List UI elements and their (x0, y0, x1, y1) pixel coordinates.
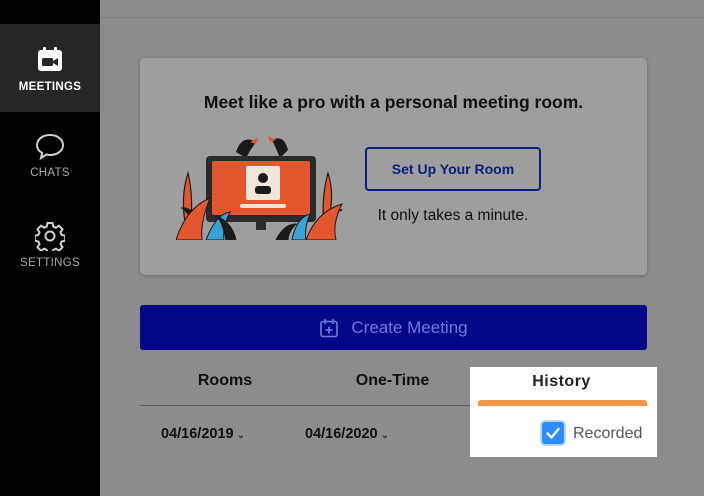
sidebar-item-label: SETTINGS (20, 257, 80, 269)
sidebar-item-meetings[interactable]: MEETINGS (0, 24, 100, 112)
recorded-label: Recorded (573, 425, 643, 442)
onetime-date-value: 04/16/2020 (305, 426, 378, 442)
tab-history[interactable]: History (470, 373, 653, 391)
sidebar-item-label: CHATS (30, 167, 70, 179)
calendar-plus-icon (319, 318, 339, 338)
checkmark-icon (546, 427, 560, 439)
chat-icon (33, 129, 67, 163)
sidebar-item-settings[interactable]: SETTINGS (0, 200, 100, 288)
rooms-date-dropdown[interactable]: 04/16/2019 ⌄ (161, 426, 245, 442)
onetime-date-dropdown[interactable]: 04/16/2020 ⌄ (305, 426, 389, 442)
promo-title: Meet like a pro with a personal meeting … (203, 92, 584, 112)
sidebar-item-label: MEETINGS (18, 81, 82, 93)
promo-card: Meet like a pro with a personal meeting … (140, 58, 647, 275)
gear-icon (33, 219, 67, 253)
rooms-date-value: 04/16/2019 (161, 426, 234, 442)
history-panel: History Recorded (470, 367, 657, 457)
tab-rooms[interactable]: Rooms (170, 372, 280, 394)
sidebar-item-chats[interactable]: CHATS (0, 110, 100, 198)
create-meeting-label: Create Meeting (351, 317, 468, 337)
tab-one-time[interactable]: One-Time (330, 372, 455, 394)
chevron-down-icon: ⌄ (236, 430, 245, 441)
meeting-room-illustration (175, 128, 346, 241)
active-tab-indicator (478, 400, 647, 406)
tab-divider (140, 405, 480, 406)
sidebar: MEETINGS CHATS SETTINGS (0, 0, 100, 496)
chevron-down-icon: ⌄ (380, 430, 389, 441)
create-meeting-button[interactable]: Create Meeting (140, 305, 647, 350)
meetings-icon (33, 43, 67, 77)
set-up-room-button[interactable]: Set Up Your Room (365, 147, 541, 191)
divider (100, 17, 704, 18)
recorded-checkbox[interactable] (542, 422, 564, 444)
promo-subtitle: It only takes a minute. (377, 207, 529, 224)
